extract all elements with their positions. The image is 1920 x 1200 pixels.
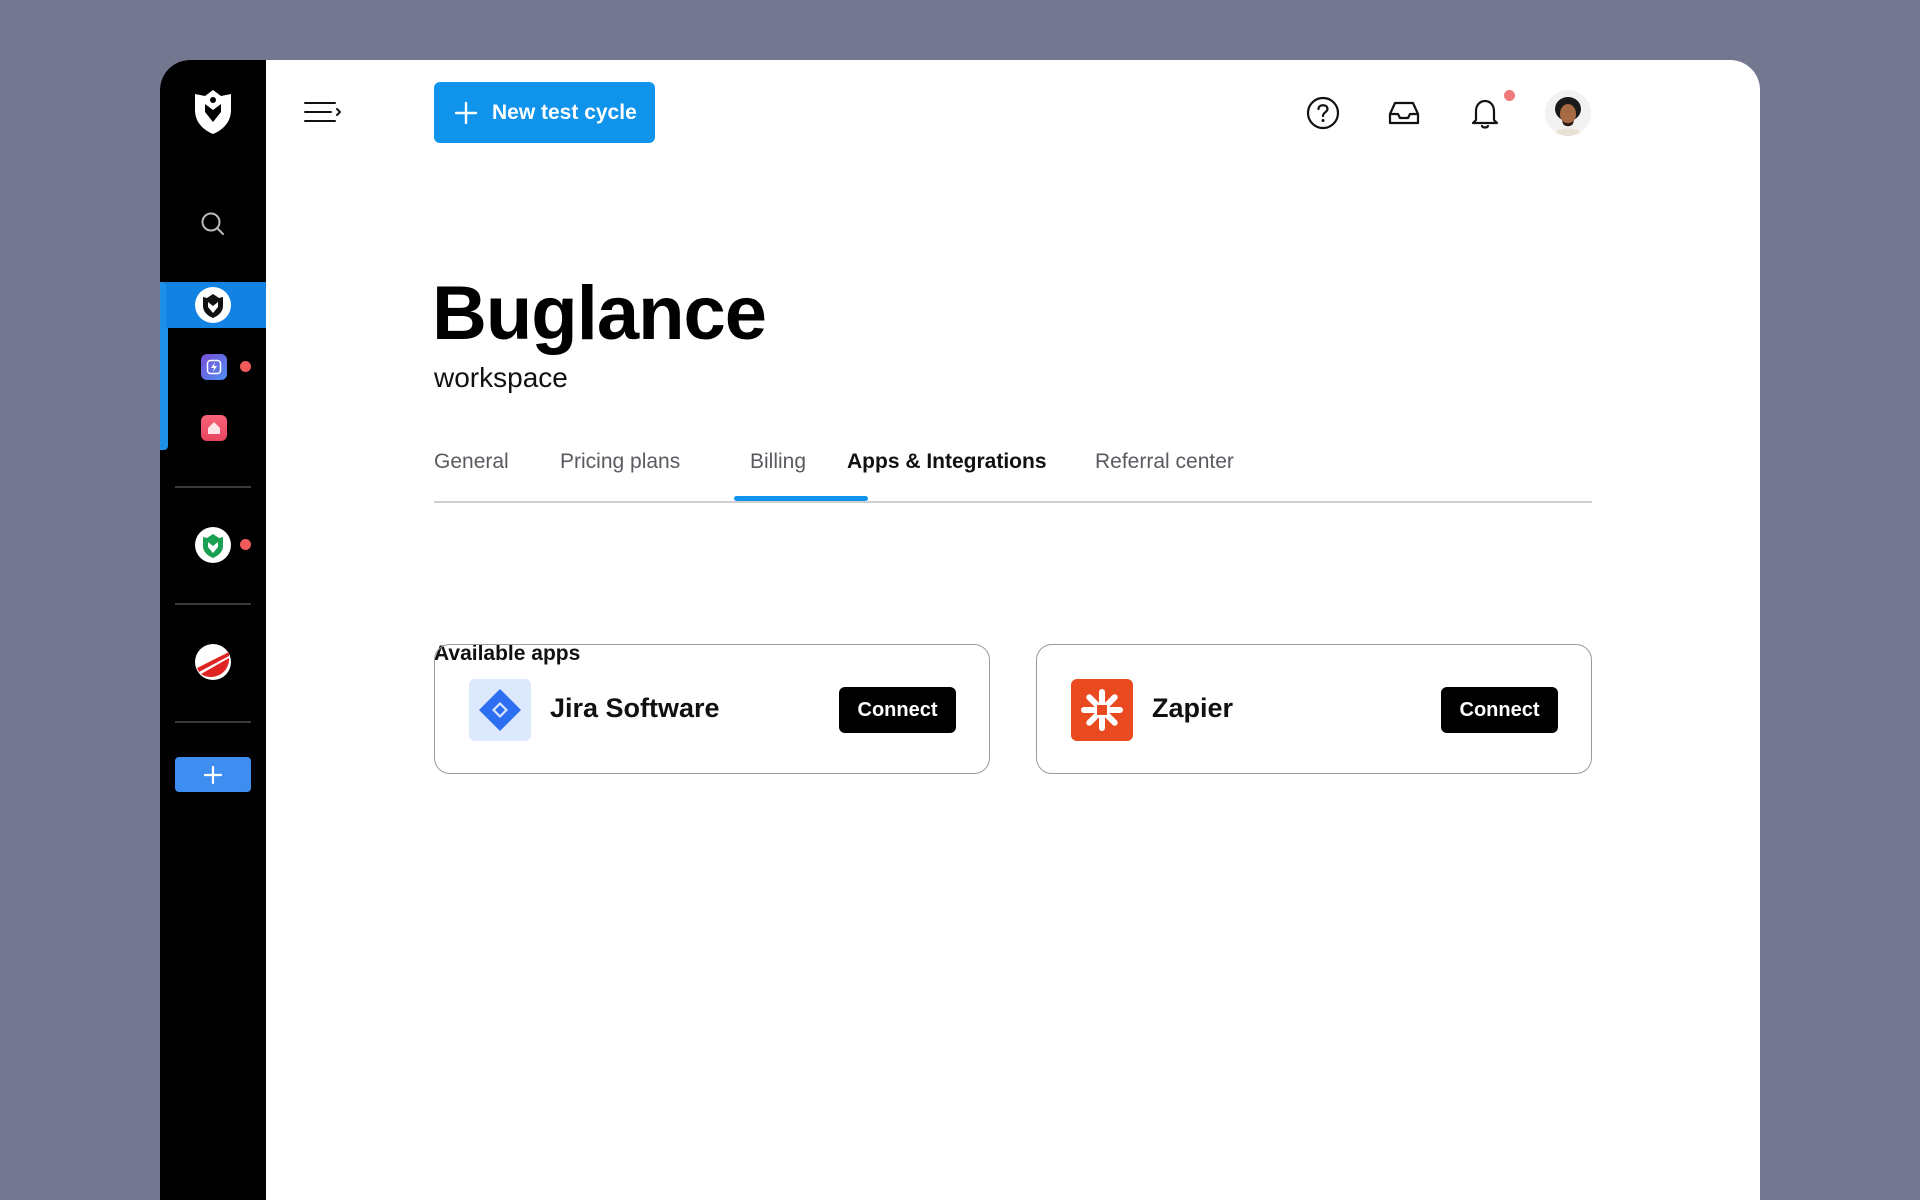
buglance-workspace-icon[interactable] — [195, 287, 231, 323]
new-test-cycle-button[interactable]: New test cycle — [434, 82, 655, 143]
jira-icon — [469, 679, 531, 741]
tab-general[interactable]: General — [434, 450, 509, 474]
unread-dot — [240, 361, 251, 372]
new-test-cycle-label: New test cycle — [492, 100, 637, 124]
notification-badge — [1504, 90, 1515, 101]
green-workspace-icon[interactable] — [195, 527, 231, 563]
page-title: Buglance — [432, 271, 767, 356]
home-icon — [208, 422, 220, 434]
tab-bar: General Pricing plans Billing Apps & Int… — [434, 450, 1592, 503]
sidebar-item-home-workspace[interactable] — [201, 415, 227, 441]
bolt-icon — [206, 359, 222, 375]
search-icon[interactable] — [200, 211, 226, 237]
tab-billing[interactable]: Billing — [750, 450, 806, 474]
sidebar-item-bolt-workspace[interactable] — [201, 354, 227, 380]
zapier-icon — [1071, 679, 1133, 741]
sidebar-divider — [175, 486, 251, 488]
tab-pricing-plans[interactable]: Pricing plans — [560, 450, 680, 474]
help-button[interactable] — [1304, 94, 1342, 132]
unread-dot — [240, 539, 251, 550]
notifications-button[interactable] — [1466, 94, 1504, 132]
sidebar-divider — [175, 603, 251, 605]
inbox-button[interactable] — [1385, 94, 1423, 132]
app-card-zapier: Zapier Connect — [1036, 644, 1592, 774]
plus-icon — [203, 765, 223, 784]
connect-jira-button[interactable]: Connect — [839, 687, 956, 733]
brand-logo-icon[interactable] — [191, 88, 235, 136]
red-workspace-icon[interactable] — [195, 644, 231, 680]
user-avatar[interactable] — [1545, 90, 1591, 136]
bell-icon — [1471, 99, 1499, 129]
sidebar-divider — [175, 721, 251, 723]
app-card-jira: Jira Software Connect — [434, 644, 990, 774]
app-name: Zapier — [1152, 693, 1234, 723]
menu-toggle-icon[interactable] — [303, 98, 343, 128]
app-window: New test cycle Buglance workspace Genera… — [160, 60, 1760, 1200]
active-tab-indicator — [734, 496, 868, 501]
help-icon — [1306, 96, 1340, 130]
connect-zapier-button[interactable]: Connect — [1441, 687, 1558, 733]
tab-referral-center[interactable]: Referral center — [1095, 450, 1234, 474]
tab-apps-integrations[interactable]: Apps & Integrations — [847, 450, 1047, 474]
sidebar — [160, 60, 266, 1200]
avatar-icon — [1545, 90, 1591, 136]
app-name: Jira Software — [550, 693, 720, 723]
plus-icon — [454, 101, 478, 124]
add-workspace-button[interactable] — [175, 757, 251, 792]
page-subtitle: workspace — [434, 362, 568, 393]
inbox-icon — [1388, 101, 1420, 125]
